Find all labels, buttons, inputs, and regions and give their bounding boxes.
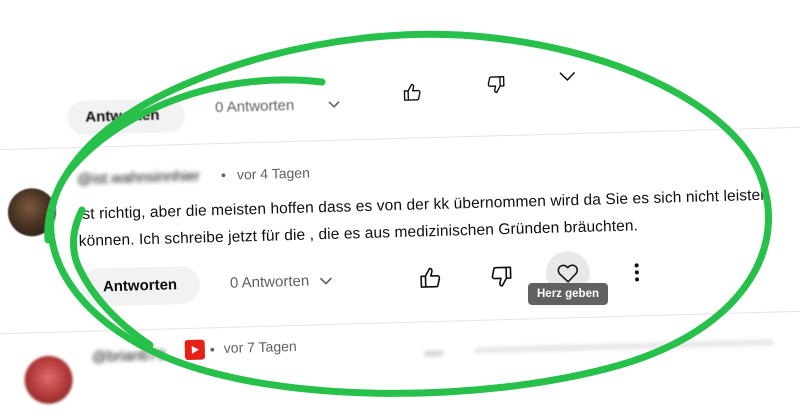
previous-comment-actions: Antworten 0 Antworten [56, 65, 800, 136]
separator-dot: • [209, 341, 215, 358]
thumbs-down-icon[interactable] [488, 263, 515, 290]
blurred-text [473, 339, 774, 353]
separator-dot: • [220, 166, 227, 183]
comment-text: Ist richtig, aber die meisten hoffen das… [77, 186, 770, 250]
comment-author[interactable]: @brianb79 [92, 347, 166, 366]
avatar[interactable] [23, 355, 74, 405]
heart-icon [557, 264, 578, 283]
comment-actions: Antworten 0 Antworten [79, 247, 780, 311]
thumbs-up-icon[interactable] [401, 81, 424, 104]
more-options-icon[interactable] [627, 259, 646, 285]
heart-tooltip: Herz geben [528, 283, 608, 305]
replies-count: 0 Antworten [229, 272, 310, 292]
avatar[interactable] [7, 187, 57, 237]
reply-button[interactable]: Antworten [79, 265, 201, 307]
screenshot-stage: Antworten 0 Antworten @ist.wahnsinnhier … [0, 0, 800, 419]
comments-panel: Antworten 0 Antworten @ist.wahnsinnhier … [0, 0, 800, 419]
chevron-down-icon [320, 276, 333, 285]
youtube-badge-icon [184, 339, 206, 361]
replies-toggle[interactable]: 0 Antworten [230, 272, 334, 292]
thumbs-up-icon[interactable] [418, 265, 445, 292]
chevron-down-icon[interactable] [556, 65, 579, 88]
blurred-text [423, 350, 445, 357]
comment-item: @brianb79 • vor 7 Tagen [4, 319, 800, 419]
comment-author[interactable]: @ist.wahnsinnhier [77, 168, 200, 188]
comment-timestamp[interactable]: vor 7 Tagen [224, 338, 297, 356]
comment-item: @ist.wahnsinnhier • vor 4 Tagen Ist rich… [0, 139, 800, 321]
previous-reply-button[interactable]: Antworten [66, 97, 186, 136]
comment-timestamp[interactable]: vor 4 Tagen [237, 165, 310, 183]
thumbs-down-icon[interactable] [484, 73, 507, 96]
previous-replies-toggle[interactable]: 0 Antworten [215, 97, 295, 116]
chevron-down-icon[interactable] [327, 98, 341, 112]
